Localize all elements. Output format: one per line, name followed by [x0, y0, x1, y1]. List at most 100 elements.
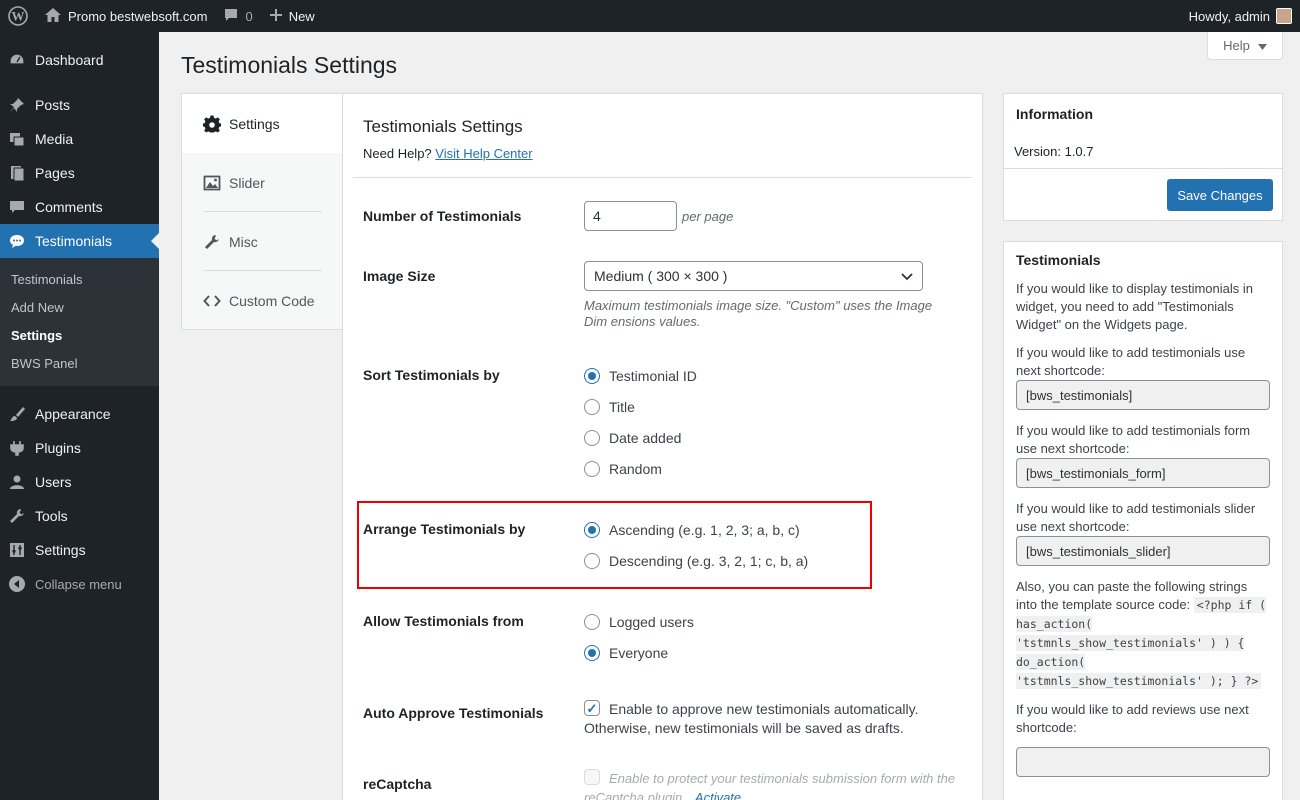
menu-label: Plugins [35, 440, 81, 456]
sort-option-random[interactable]: Random [584, 453, 697, 484]
option-label: Everyone [609, 644, 669, 661]
comment-icon [8, 198, 26, 216]
shortcode-field[interactable]: [bws_testimonials] [1016, 380, 1270, 410]
menu-testimonials[interactable]: Testimonials [0, 224, 159, 258]
admin-bar: W Promo bestwebsoft.com 0 New Howdy, adm… [0, 0, 1300, 32]
collapse-label: Collapse menu [35, 576, 122, 592]
divider [353, 177, 972, 178]
recaptcha-text-line2: reCaptcha plugin. [584, 790, 686, 800]
sort-radio-group: Testimonial ID Title Date added Random [584, 360, 697, 484]
media-icon [8, 130, 26, 148]
sort-option-testimonial-id[interactable]: Testimonial ID [584, 360, 697, 391]
radio-button[interactable] [584, 644, 600, 661]
collapse-menu-button[interactable]: Collapse menu [0, 567, 159, 601]
menu-users[interactable]: Users [0, 465, 159, 499]
allow-option-everyone[interactable]: Everyone [584, 637, 694, 668]
section-title: Testimonials Settings [363, 117, 523, 136]
information-title: Information [1016, 106, 1093, 122]
tab-slider[interactable]: Slider [182, 153, 343, 212]
help-center-link[interactable]: Visit Help Center [435, 146, 532, 161]
tab-misc[interactable]: Misc [182, 212, 343, 271]
admin-menu: Dashboard Posts Media Pages Comments Tes… [0, 32, 159, 800]
reviews-shortcode-field[interactable] [1016, 747, 1270, 777]
per-page-label: per page [682, 209, 734, 224]
menu-label: Pages [35, 165, 75, 181]
help-label: Help [1223, 38, 1250, 53]
submenu-bws-panel[interactable]: BWS Panel [0, 349, 159, 377]
save-changes-button[interactable]: Save Changes [1167, 179, 1273, 211]
page-title: Testimonials Settings [181, 52, 398, 78]
menu-settings[interactable]: Settings [0, 533, 159, 567]
plug-icon [8, 439, 26, 457]
wordpress-logo-icon[interactable]: W [0, 0, 36, 32]
menu-plugins[interactable]: Plugins [0, 431, 159, 465]
menu-label: Users [35, 474, 72, 490]
chevron-down-icon [901, 268, 913, 284]
auto-approve-label: Auto Approve Testimonials [363, 705, 544, 721]
menu-label: Posts [35, 97, 71, 113]
menu-posts[interactable]: Posts [0, 88, 159, 122]
need-help-text: Need Help? Visit Help Center [363, 146, 533, 161]
menu-media[interactable]: Media [0, 122, 159, 156]
auto-approve-option[interactable]: ✓ Enable to approve new testimonials aut… [584, 700, 918, 719]
menu-label: Media [35, 131, 74, 147]
new-content-link[interactable]: New [261, 0, 323, 32]
radio-button[interactable] [584, 460, 600, 477]
site-name-link[interactable]: Promo bestwebsoft.com [36, 0, 215, 32]
radio-button[interactable] [584, 613, 600, 630]
submenu-add-new[interactable]: Add New [0, 293, 159, 321]
radio-button[interactable] [584, 429, 600, 446]
menu-label: Comments [35, 199, 103, 215]
help-tab-button[interactable]: Help [1207, 32, 1283, 60]
sort-option-title[interactable]: Title [584, 391, 697, 422]
menu-tools[interactable]: Tools [0, 499, 159, 533]
option-label: Title [609, 398, 635, 415]
greeting: Howdy, admin [1188, 8, 1270, 24]
option-label: Date added [609, 429, 682, 446]
template-help-text: Also, you can paste the following string… [1016, 578, 1270, 691]
option-label: Random [609, 460, 662, 477]
radio-button[interactable] [584, 398, 600, 415]
reviews-shortcode-help-text: If you would like to add reviews use nex… [1016, 702, 1249, 735]
pushpin-icon [8, 96, 26, 114]
sort-option-date-added[interactable]: Date added [584, 422, 697, 453]
my-account-link[interactable]: Howdy, admin [1181, 0, 1300, 32]
settings-tabs: Settings Slider Misc Custom Code [181, 93, 344, 330]
avatar [1276, 8, 1292, 24]
tab-settings[interactable]: Settings [182, 94, 344, 153]
settings-panel: Testimonials Settings Need Help? Visit H… [342, 93, 983, 800]
slider-shortcode-field[interactable]: [bws_testimonials_slider] [1016, 536, 1270, 566]
option-label: Logged users [609, 613, 694, 630]
image-size-select[interactable]: Medium ( 300 × 300 ) [584, 261, 923, 291]
wrench-icon [8, 507, 26, 525]
tab-custom-code[interactable]: Custom Code [182, 271, 343, 330]
need-help-label: Need Help? [363, 146, 432, 161]
image-size-description: Maximum testimonials image size. "Custom… [584, 298, 933, 329]
home-icon [44, 7, 62, 26]
submenu-settings[interactable]: Settings [0, 321, 159, 349]
recaptcha-text-line1: Enable to protect your testimonials subm… [609, 771, 956, 786]
form-shortcode-field[interactable]: [bws_testimonials_form] [1016, 458, 1270, 488]
menu-pages[interactable]: Pages [0, 156, 159, 190]
comments-link[interactable]: 0 [215, 0, 260, 32]
radio-button[interactable] [584, 367, 600, 384]
menu-dashboard[interactable]: Dashboard [0, 43, 159, 77]
widget-help-text: If you would like to display testimonial… [1016, 281, 1254, 332]
recaptcha-checkbox [584, 769, 600, 785]
allow-radio-group: Logged users Everyone [584, 606, 694, 668]
divider [1004, 168, 1282, 169]
number-of-testimonials-label: Number of Testimonials [363, 208, 522, 224]
recaptcha-activate-link[interactable]: Activate [695, 788, 741, 800]
image-size-value: Medium ( 300 × 300 ) [594, 268, 728, 284]
menu-appearance[interactable]: Appearance [0, 397, 159, 431]
number-of-testimonials-input[interactable]: 4 [584, 201, 677, 231]
form-shortcode-help-text: If you would like to add testimonials fo… [1016, 423, 1251, 456]
allow-option-logged-users[interactable]: Logged users [584, 606, 694, 637]
menu-comments[interactable]: Comments [0, 190, 159, 224]
menu-label: Appearance [35, 406, 111, 422]
option-label: Testimonial ID [609, 367, 697, 384]
site-name: Promo bestwebsoft.com [68, 8, 208, 24]
recaptcha-option: Enable to protect your testimonials subm… [584, 769, 955, 788]
auto-approve-checkbox[interactable]: ✓ [584, 700, 600, 716]
submenu-testimonials[interactable]: Testimonials [0, 265, 159, 293]
